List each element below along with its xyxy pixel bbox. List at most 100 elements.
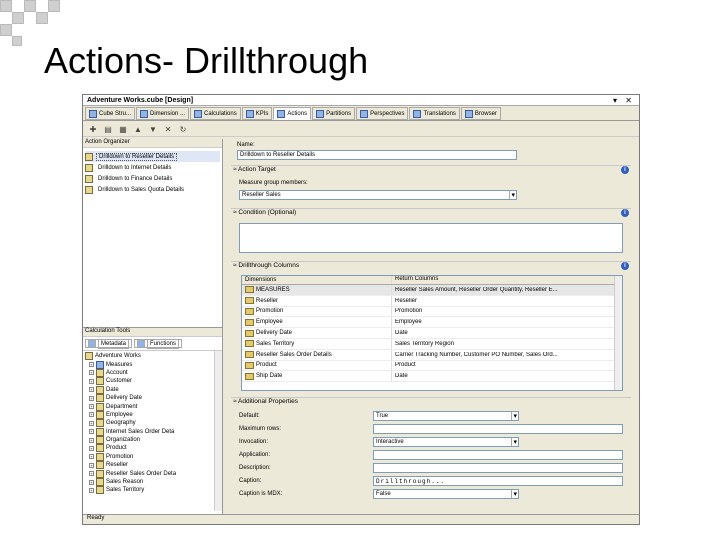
- measure-group-select[interactable]: Reseller Sales: [239, 190, 517, 200]
- new-drillthrough-icon[interactable]: ▤: [102, 125, 114, 135]
- tab-translations[interactable]: Translations: [409, 107, 460, 120]
- expand-icon[interactable]: +: [89, 378, 94, 384]
- dimension-cell[interactable]: Product: [242, 360, 392, 371]
- tree-node[interactable]: Adventure Works: [85, 352, 220, 361]
- dimension-cell[interactable]: Employee: [242, 317, 392, 328]
- tree-node[interactable]: + Promotion: [85, 452, 220, 461]
- tree-node[interactable]: + Internet Sales Order Deta: [85, 427, 220, 436]
- expand-icon[interactable]: +: [89, 479, 94, 485]
- expand-icon[interactable]: +: [89, 404, 94, 410]
- condition-section[interactable]: ≈ Condition (Optional) i: [231, 208, 631, 217]
- expand-icon[interactable]: +: [89, 454, 94, 460]
- name-field[interactable]: Drilldown to Reseller Details: [237, 150, 517, 160]
- return-columns-cell[interactable]: Product: [392, 362, 622, 368]
- action-item[interactable]: Drilldown to Finance Details: [85, 173, 220, 184]
- property-field[interactable]: Drillthrough...: [373, 476, 623, 486]
- dimension-cell[interactable]: Ship Date: [242, 371, 392, 382]
- return-columns-cell[interactable]: Reseller: [392, 298, 622, 304]
- return-columns-cell[interactable]: Carrier Tracking Number, Customer PO Num…: [392, 352, 622, 358]
- tree-node[interactable]: + Sales Reason: [85, 478, 220, 487]
- tree-node[interactable]: + Geography: [85, 419, 220, 428]
- tree-node[interactable]: + Employee: [85, 410, 220, 419]
- grid-row[interactable]: Delivery Date Date: [242, 328, 622, 339]
- grid-header-dimensions[interactable]: Dimensions: [242, 276, 392, 284]
- tab-perspectives[interactable]: Perspectives: [356, 107, 409, 120]
- info-icon[interactable]: i: [621, 209, 629, 217]
- window-controls[interactable]: ▾ ✕: [613, 96, 635, 105]
- tree-node[interactable]: + Department: [85, 402, 220, 411]
- return-columns-cell[interactable]: Sales Territory Region: [392, 341, 622, 347]
- grid-row[interactable]: Promotion Promotion: [242, 306, 622, 318]
- tab-browser[interactable]: Browser: [460, 107, 501, 120]
- tab-partitions[interactable]: Partitions: [312, 107, 356, 120]
- action-item[interactable]: Drilldown to Reseller Details: [85, 151, 220, 162]
- calc-tab-metadata[interactable]: Metadata: [85, 338, 133, 349]
- tree-node[interactable]: + Sales Territory: [85, 486, 220, 495]
- expand-icon[interactable]: +: [89, 471, 94, 477]
- property-field[interactable]: [373, 424, 623, 434]
- dimension-cell[interactable]: MEASURES: [242, 285, 392, 295]
- calc-tab-functions[interactable]: Functions: [134, 338, 183, 349]
- expand-icon[interactable]: +: [89, 429, 94, 435]
- move-up-icon[interactable]: ▲: [132, 125, 144, 135]
- dimension-cell[interactable]: Promotion: [242, 306, 392, 317]
- tree-node[interactable]: + Reseller: [85, 461, 220, 470]
- property-field[interactable]: [373, 450, 623, 460]
- tab-calculations[interactable]: Calculations: [190, 107, 241, 120]
- dimension-cell[interactable]: Delivery Date: [242, 328, 392, 338]
- tab-dimension[interactable]: Dimension ...: [136, 107, 190, 120]
- tree-node[interactable]: + Delivery Date: [85, 394, 220, 403]
- expand-icon[interactable]: +: [89, 412, 94, 418]
- move-down-icon[interactable]: ▼: [147, 125, 159, 135]
- tree-node[interactable]: + Account: [85, 368, 220, 377]
- expand-icon[interactable]: +: [89, 370, 94, 376]
- expand-icon[interactable]: +: [89, 487, 94, 493]
- return-columns-cell[interactable]: Reseller Sales Amount, Reseller Order Qu…: [392, 287, 622, 293]
- tree-scrollbar[interactable]: [214, 351, 222, 511]
- grid-row[interactable]: Employee Employee: [242, 317, 622, 329]
- expand-icon[interactable]: +: [89, 362, 94, 368]
- tree-node[interactable]: + Customer: [85, 377, 220, 386]
- expand-icon[interactable]: +: [89, 395, 94, 401]
- expand-icon[interactable]: +: [89, 445, 94, 451]
- additional-properties-section[interactable]: ≈ Additional Properties: [231, 397, 631, 406]
- grid-row[interactable]: MEASURES Reseller Sales Amount, Reseller …: [242, 285, 622, 296]
- new-action-icon[interactable]: ✚: [87, 125, 99, 135]
- property-select[interactable]: False: [373, 489, 519, 499]
- dimension-cell[interactable]: Reseller Sales Order Details: [242, 349, 392, 360]
- grid-row[interactable]: Reseller Reseller: [242, 295, 622, 307]
- info-icon[interactable]: i: [621, 166, 629, 174]
- dimension-cell[interactable]: Sales Territory: [242, 338, 392, 349]
- tree-node[interactable]: + Organization: [85, 436, 220, 445]
- grid-row[interactable]: Product Product: [242, 360, 622, 372]
- new-report-icon[interactable]: ▦: [117, 125, 129, 135]
- return-columns-cell[interactable]: Date: [392, 330, 622, 336]
- tab-cube-stru[interactable]: Cube Stru...: [85, 107, 136, 120]
- grid-row[interactable]: Sales Territory Sales Territory Region: [242, 338, 622, 350]
- tab-actions[interactable]: Actions: [273, 107, 312, 120]
- condition-editor[interactable]: [239, 223, 623, 253]
- property-field[interactable]: [373, 463, 623, 473]
- dimension-cell[interactable]: Reseller: [242, 295, 392, 306]
- tree-node[interactable]: + Measures: [85, 360, 220, 369]
- grid-header-return-columns[interactable]: Return Columns: [392, 276, 622, 284]
- return-columns-cell[interactable]: Date: [392, 373, 622, 379]
- tree-node[interactable]: + Product: [85, 444, 220, 453]
- view-icon[interactable]: ↻: [177, 125, 189, 135]
- delete-icon[interactable]: ✕: [162, 125, 174, 135]
- grid-row[interactable]: Reseller Sales Order Details Carrier Trac…: [242, 349, 622, 361]
- action-item[interactable]: Drilldown to Internet Details: [85, 162, 220, 173]
- expand-icon[interactable]: +: [89, 420, 94, 426]
- tree-node[interactable]: + Date: [85, 385, 220, 394]
- return-columns-cell[interactable]: Promotion: [392, 308, 622, 314]
- tab-kpis[interactable]: KPIs: [241, 107, 273, 120]
- property-select[interactable]: Interactive: [373, 437, 519, 447]
- grid-scrollbar[interactable]: [614, 276, 622, 390]
- expand-icon[interactable]: +: [89, 462, 94, 468]
- expand-icon[interactable]: +: [89, 437, 94, 443]
- property-select[interactable]: True: [373, 411, 519, 421]
- drillthrough-columns-section[interactable]: ≈ Drillthrough Columns i: [231, 261, 631, 270]
- return-columns-cell[interactable]: Employee: [392, 319, 622, 325]
- grid-row[interactable]: Ship Date Date: [242, 371, 622, 383]
- expand-icon[interactable]: +: [89, 387, 94, 393]
